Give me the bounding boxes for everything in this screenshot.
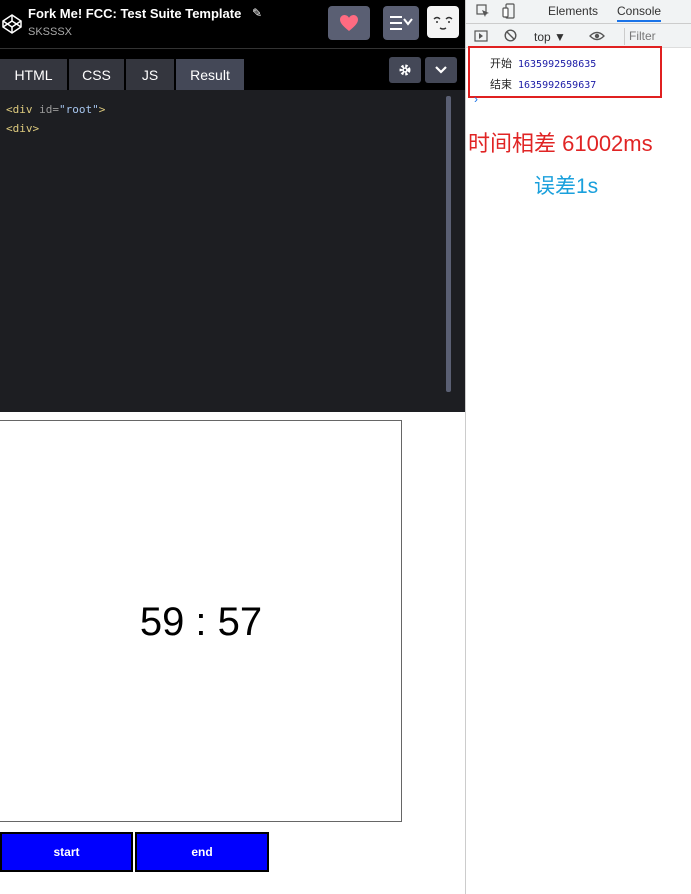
editor-tabbar: HTML CSS JS Result (0, 48, 465, 91)
devtools-tab-elements[interactable]: Elements (548, 4, 598, 18)
tab-result[interactable]: Result (176, 59, 244, 91)
change-view-button[interactable] (383, 6, 419, 40)
chevron-down-icon (435, 66, 447, 74)
clear-console-icon[interactable] (504, 29, 517, 42)
code-content[interactable]: <div id="root"> <div> (6, 100, 105, 138)
code-tag: <div> (6, 122, 40, 135)
devtools-tabbar: Elements Console (466, 0, 691, 24)
layout-list-chevron-icon (390, 16, 413, 30)
settings-button[interactable] (389, 57, 421, 83)
context-selector[interactable]: top ▼ (534, 30, 566, 44)
code-line: <div id="root"> (6, 100, 105, 119)
code-line: <div> (6, 119, 105, 138)
code-tag: <div (6, 103, 40, 116)
avatar-face-icon (433, 16, 453, 30)
tab-js[interactable]: JS (126, 59, 174, 91)
tab-css[interactable]: CSS (69, 59, 124, 91)
console-filter-input[interactable]: Filter (624, 28, 690, 45)
eye-icon[interactable] (589, 31, 605, 41)
end-button[interactable]: end (135, 832, 269, 872)
console-toolbar: top ▼ Filter (466, 24, 691, 48)
highlight-box (468, 46, 662, 98)
pen-header: Fork Me! FCC: Test Suite Template ✎ SKSS… (0, 0, 465, 48)
devtools-tab-console[interactable]: Console (617, 4, 662, 22)
tab-html[interactable]: HTML (0, 59, 67, 91)
start-button[interactable]: start (0, 832, 133, 872)
code-editor[interactable]: <div id="root"> <div> (0, 90, 465, 412)
codepen-logo-icon[interactable] (2, 14, 22, 34)
timer-display: 59 : 57 (139, 599, 263, 644)
device-toolbar-icon[interactable] (502, 3, 516, 19)
codepen-panel: Fork Me! FCC: Test Suite Template ✎ SKSS… (0, 0, 465, 894)
love-button[interactable] (328, 6, 370, 40)
heart-icon (340, 15, 358, 31)
edit-title-pencil-icon[interactable]: ✎ (252, 6, 262, 20)
collapse-button[interactable] (425, 57, 457, 83)
code-tag: > (98, 103, 106, 116)
pen-author[interactable]: SKSSSX (28, 26, 72, 38)
sidebar-toggle-icon[interactable] (474, 30, 488, 42)
code-attr: id= (39, 103, 59, 116)
annotation-error: 误差1s (534, 175, 599, 198)
editor-scrollbar[interactable] (446, 96, 451, 392)
user-avatar[interactable] (427, 6, 459, 38)
devtools-panel: Elements Console top ▼ Filter 开始 16359925… (465, 0, 691, 894)
console-prompt[interactable]: › (474, 92, 478, 106)
pen-title[interactable]: Fork Me! FCC: Test Suite Template (28, 6, 241, 21)
inspect-element-icon[interactable] (476, 4, 490, 18)
gear-icon (399, 64, 411, 76)
result-preview: 59 : 57 (0, 420, 402, 822)
code-string: "root" (59, 103, 99, 116)
annotation-time-diff: 时间相差 61002ms (468, 131, 653, 156)
